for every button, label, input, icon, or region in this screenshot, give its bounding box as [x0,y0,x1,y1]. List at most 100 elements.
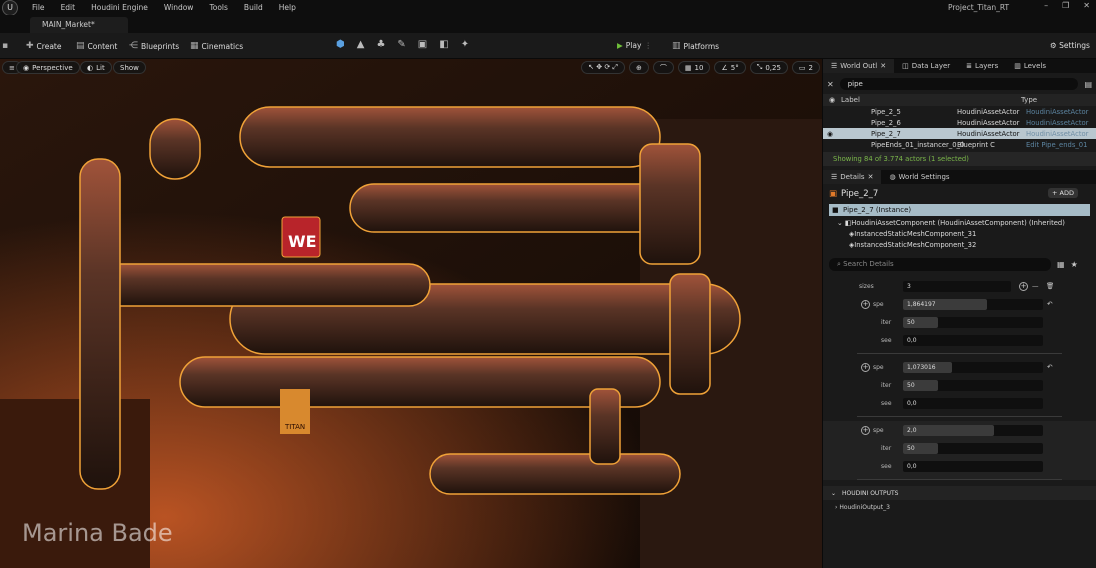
reset-icon[interactable]: ↶ [1047,363,1052,371]
viewport-snap-controls: ↖ ✥ ⟳ ⤢ ⊕ ⌒ ▦ 10 ∠ 5° ⤡ 0,25 ▭ 2 [581,61,820,74]
show-button[interactable]: Show [113,61,146,74]
add-component-button[interactable]: + ADD [1048,188,1078,198]
blueprints-button[interactable]: ⋲ Blueprints [129,41,179,51]
menu-houdini-engine[interactable]: Houdini Engine [83,3,156,12]
houdini-outputs-section[interactable]: ⌄ HOUDINI OUTPUTS [823,486,1096,500]
expand-icon[interactable]: + [861,363,870,372]
play-icon: ▶ [617,41,623,50]
tab-levels[interactable]: ▥ Levels [1006,59,1054,73]
menu-file[interactable]: File [24,3,53,12]
add-element-icon[interactable]: + [1019,282,1028,291]
outliner-row[interactable]: Pipe_2_6 HoudiniAssetActor HoudiniAssetAct… [823,117,1096,128]
close-icon[interactable]: ✕ [1083,1,1090,10]
landscape-icon[interactable]: ▲ [357,39,365,50]
menu-help[interactable]: Help [271,3,304,12]
create-button[interactable]: ✚ Create [26,41,61,51]
animation-icon[interactable]: ✦ [461,39,469,50]
outliner-row[interactable]: Pipe_2_5 HoudiniAssetActor HoudiniAssetAct… [823,106,1096,117]
table-view-icon[interactable]: ▦ [1057,260,1065,269]
levels-icon: ▥ [1014,62,1021,70]
grid-snap-button[interactable]: ▦ 10 [677,61,711,74]
menu-window[interactable]: Window [156,3,202,12]
spe-label: spe [873,300,884,308]
menu-tools[interactable]: Tools [201,3,235,12]
menu-edit[interactable]: Edit [53,3,84,12]
expand-icon[interactable]: + [861,300,870,309]
outliner-search-input[interactable]: pipe [839,78,1079,90]
spe-row: + spe 1,073016 ↶ [823,358,1096,376]
component-tree-item[interactable]: ◈ InstancedStaticMeshComponent_32 [823,238,1096,252]
iter-field[interactable]: 50 [903,316,1043,328]
tab-label: Levels [1023,62,1046,70]
menu-build[interactable]: Build [236,3,271,12]
world-local-icon[interactable]: ⊕ [629,61,649,74]
details-search-row: ⌕ Search Details ▦ ★ [823,252,1096,271]
level-viewport[interactable]: WE TITAN ≡ ◉ Perspective ◐ Lit Show ↖ ✥ ⟳ … [0,59,822,568]
tab-label: World Settings [898,173,950,181]
iter-field[interactable]: 50 [903,379,1043,391]
column-type[interactable]: Type [1021,96,1037,104]
iter-field[interactable]: 50 [903,442,1043,454]
houdini-output-item[interactable]: › HoudiniOutput_3 [823,500,1096,511]
settings-button[interactable]: ⚙ Settings [1050,41,1090,50]
sizes-field[interactable]: 3 [903,280,1011,292]
visibility-icon[interactable]: ◉ [827,130,833,138]
play-button[interactable]: ▶ Play ⋮ [617,41,652,50]
details-search-input[interactable]: ⌕ Search Details [829,258,1051,271]
unreal-logo-icon[interactable]: U [2,0,18,16]
see-field[interactable]: 0,0 [903,397,1043,409]
rotation-snap-button[interactable]: ∠ 5° [714,61,746,74]
spe-field[interactable]: 1,864197 [903,298,1043,310]
spe-field[interactable]: 1,073016 [903,361,1043,373]
see-field[interactable]: 0,0 [903,460,1043,472]
spe-field[interactable]: 2,0 [903,424,1043,436]
lit-button[interactable]: ◐ Lit [80,61,112,74]
param-group-3: + spe 2,0 iter 50 see 0,0 [823,421,1096,480]
outliner-row-selected[interactable]: ◉ Pipe_2_7 HoudiniAssetActor HoudiniAssetAc… [823,128,1096,139]
scale-snap-button[interactable]: ⤡ 0,25 [749,61,788,74]
outliner-column-header: ◉ Label Type [823,94,1096,106]
see-field[interactable]: 0,0 [903,334,1043,346]
expand-icon[interactable]: + [861,426,870,435]
trash-icon[interactable]: 🗑 [1046,282,1054,290]
transform-tools[interactable]: ↖ ✥ ⟳ ⤢ [581,61,626,74]
save-icon[interactable]: ▪ [2,41,8,51]
perspective-button[interactable]: ◉ Perspective [16,61,80,74]
instance-row[interactable]: ■ Pipe_2_7 (Instance) [829,204,1090,216]
mesh-icon[interactable]: ▣ [418,39,427,50]
minimize-icon[interactable]: – [1044,1,1048,10]
row-type: HoudiniAssetActor [1026,129,1089,138]
add-folder-icon[interactable]: ▤ [1084,80,1092,89]
surface-snap-icon[interactable]: ⌒ [652,61,674,74]
platforms-button[interactable]: ▥ Platforms [672,41,719,51]
camera-speed-button[interactable]: ▭ 2 [791,61,820,74]
outliner-row[interactable]: PipeEnds_01_instancer_0_0 Blueprint C Edit… [823,139,1096,150]
select-mode-icon[interactable]: ⬢ [336,39,345,50]
restore-icon[interactable]: ❐ [1062,1,1069,10]
paint-icon[interactable]: ✎ [397,39,405,50]
grid-icon: ▦ [684,63,692,72]
reset-icon[interactable]: ↶ [1047,300,1052,308]
tab-details[interactable]: ☰ Details ✕ [823,170,882,184]
tab-data-layer[interactable]: ◫ Data Layer [894,59,958,73]
remove-element-icon[interactable]: — [1032,282,1039,290]
content-button[interactable]: ▤ Content [76,41,117,51]
see-row: see 0,0 [823,457,1096,475]
fracture-icon[interactable]: ◧ [439,39,448,50]
cinematics-button[interactable]: ▦ Cinematics [190,41,243,51]
tab-world-settings[interactable]: ◍ World Settings [881,170,957,184]
foliage-icon[interactable]: ♣ [376,39,385,50]
iter-value: 50 [907,444,915,452]
param-group-2: + spe 1,073016 ↶ iter 50 see 0,0 [823,358,1096,417]
tab-world-outliner[interactable]: ☰ World Outl ✕ [823,59,895,73]
actor-name[interactable]: Pipe_2_7 [841,189,878,199]
tab-main-market[interactable]: MAIN_Market* [30,17,128,33]
eye-icon[interactable]: ◉ [823,96,841,104]
sizes-row: sizes 3 + — 🗑 [823,277,1096,295]
tab-layers[interactable]: ≣ Layers [958,59,1006,73]
chevron-down-icon: ⌄ [831,489,837,497]
star-icon[interactable]: ★ [1071,260,1078,269]
settings-label: Settings [1059,41,1090,50]
clear-search-icon[interactable]: ✕ [827,80,834,89]
column-label[interactable]: Label [841,96,1021,104]
